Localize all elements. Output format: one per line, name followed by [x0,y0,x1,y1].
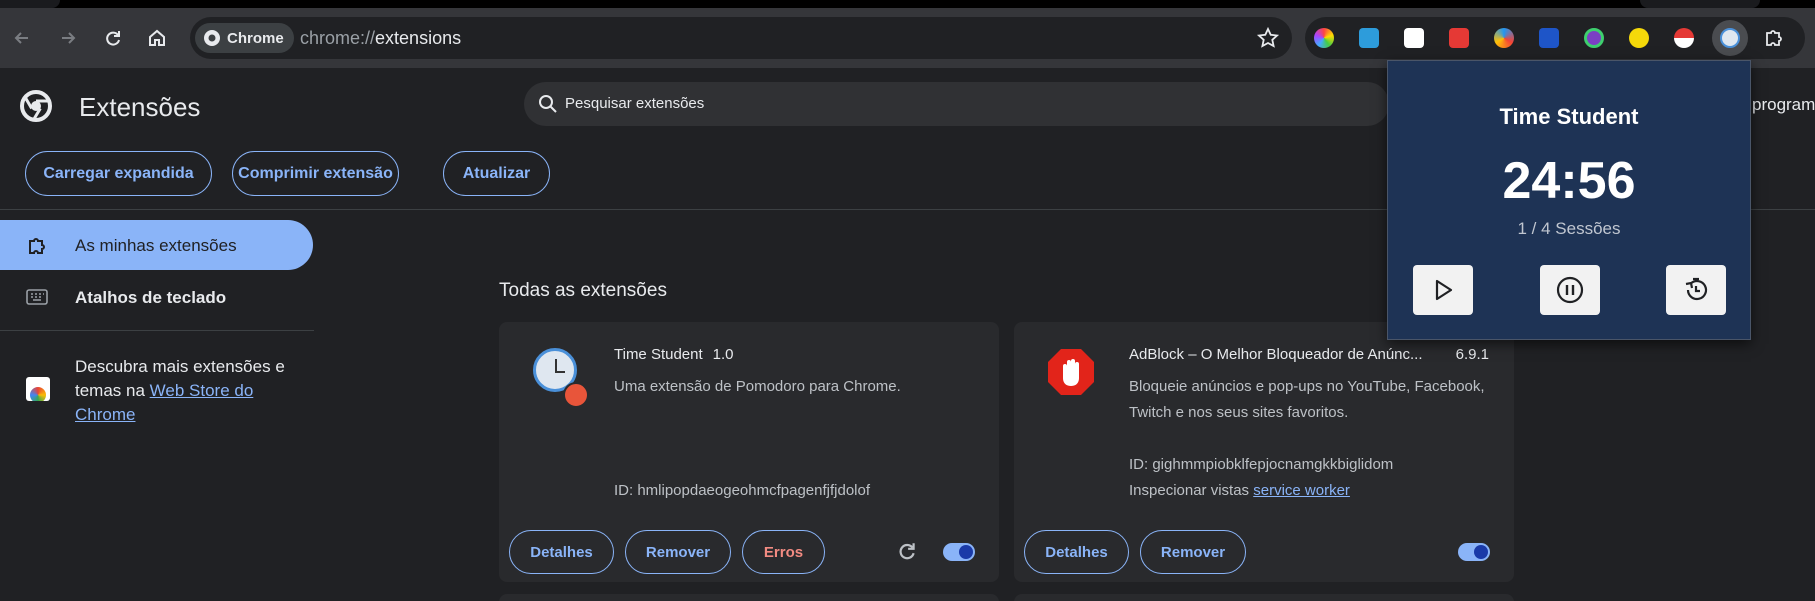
extension-card-adblock: AdBlock – O Melhor Bloqueador de Anúnc..… [1014,322,1514,582]
back-button[interactable] [6,22,38,54]
pokeball-icon[interactable] [1674,28,1694,48]
developer-mode-label: programa [1752,95,1815,114]
reload-icon [106,31,120,46]
forward-button[interactable] [52,22,84,54]
arrow-right-icon [62,32,76,44]
load-unpacked-button[interactable]: Carregar expandida [25,151,212,196]
sidebar-divider [0,330,314,331]
site-chip[interactable]: Chrome [195,23,294,53]
remove-button[interactable]: Remover [1140,530,1246,574]
pack-extension-button[interactable]: Comprimir extensão [232,151,399,196]
extension-version: 6.9.1 [1455,346,1489,363]
globe-icon[interactable] [1494,28,1514,48]
chrome-logo-icon [20,90,52,122]
web-store-icon [26,377,50,401]
browser-toolbar: Chrome chrome://extensions [0,8,1815,68]
tab-right[interactable] [1640,0,1760,8]
section-title: Todas as extensões [499,280,667,301]
moon-icon[interactable] [1629,28,1649,48]
sidebar-item-label: Atalhos de teclado [75,288,227,307]
keyhole-icon[interactable] [1404,28,1424,48]
sidebar-item-my-extensions[interactable]: As minhas extensões [0,220,313,270]
pause-icon [1556,276,1584,304]
remove-button[interactable]: Remover [625,530,731,574]
tab-strip [0,0,1815,8]
search-placeholder: Pesquisar extensões [565,95,705,112]
clock-icon[interactable] [1720,28,1740,48]
timer-display: 24:56 [1502,152,1636,210]
stop-hand-icon [1048,349,1094,395]
sidebar-item-keyboard-shortcuts[interactable]: Atalhos de teclado [0,272,313,322]
search-input[interactable]: Pesquisar extensões [524,82,1389,126]
enable-toggle[interactable] [1458,543,1490,561]
puzzle-icon[interactable] [1763,27,1785,49]
timer-reset-icon [1685,277,1708,301]
session-counter: 1 / 4 Sessões [1517,219,1621,238]
home-button[interactable] [141,22,173,54]
service-worker-link[interactable]: service worker [1253,482,1350,499]
enable-toggle[interactable] [943,543,975,561]
extension-description: Uma extensão de Pomodoro para Chrome. [614,378,901,395]
extension-name: AdBlock – O Melhor Bloqueador de Anúnc..… [1129,346,1423,363]
toggle-knob [959,545,973,559]
reset-timer-button[interactable] [1666,265,1726,315]
color-picker-icon[interactable] [1314,28,1334,48]
cloud-icon[interactable] [1359,28,1379,48]
address-bar[interactable]: Chrome chrome://extensions [190,17,1292,59]
dollar-icon[interactable] [1584,28,1604,48]
extension-id: ID: gighmmpiobklfepjocnamgkkbiglidom [1129,456,1394,473]
chrome-logo-icon [204,30,220,46]
tab-left[interactable] [0,0,60,8]
toggle-knob [1474,545,1488,559]
arrow-left-icon [14,32,28,44]
extension-description: Bloqueie anúncios e pop-ups no YouTube, … [1129,378,1485,421]
sidebar-item-label: As minhas extensões [75,236,237,255]
home-icon [149,29,165,46]
details-button[interactable]: Detalhes [1024,530,1129,574]
extension-card-partial [1014,594,1514,601]
extension-tray [1305,17,1805,59]
keyboard-icon [26,289,48,305]
inspect-views: Inspecionar vistas service worker [1129,482,1350,499]
url-path: extensions [375,28,462,48]
url-text[interactable]: chrome://extensions [300,28,461,49]
site-chip-label: Chrome [227,29,284,47]
web-store-promo: Descubra mais extensões e temas na Web S… [75,355,305,427]
page-title: Extensões [79,92,201,122]
update-button[interactable]: Atualizar [443,151,550,196]
extension-version: 1.0 [712,346,734,363]
translate-icon[interactable] [1539,28,1559,48]
youtube-icon[interactable] [1449,28,1469,48]
popup-title: Time Student [1499,104,1639,129]
search-icon [539,95,557,113]
record-badge-icon [563,382,589,408]
play-button[interactable] [1413,265,1473,315]
errors-button[interactable]: Erros [742,530,825,574]
extension-id: ID: hmlipopdaeogeohmcfpagenfjfjdolof [614,482,871,499]
extension-card-partial [499,594,999,601]
extension-card-time-student: Time Student 1.0 Uma extensão de Pomodoro… [499,322,999,582]
reload-icon[interactable] [896,540,918,562]
play-icon [1435,279,1453,301]
puzzle-icon [29,238,45,254]
url-prefix: chrome:// [300,28,376,48]
extension-name: Time Student 1.0 [614,346,734,363]
bookmark-star-icon[interactable] [1256,26,1280,50]
details-button[interactable]: Detalhes [509,530,614,574]
reload-button[interactable] [97,22,129,54]
time-student-popup: Time Student 24:56 1 / 4 Sessões [1387,60,1751,340]
pause-button[interactable] [1540,265,1600,315]
